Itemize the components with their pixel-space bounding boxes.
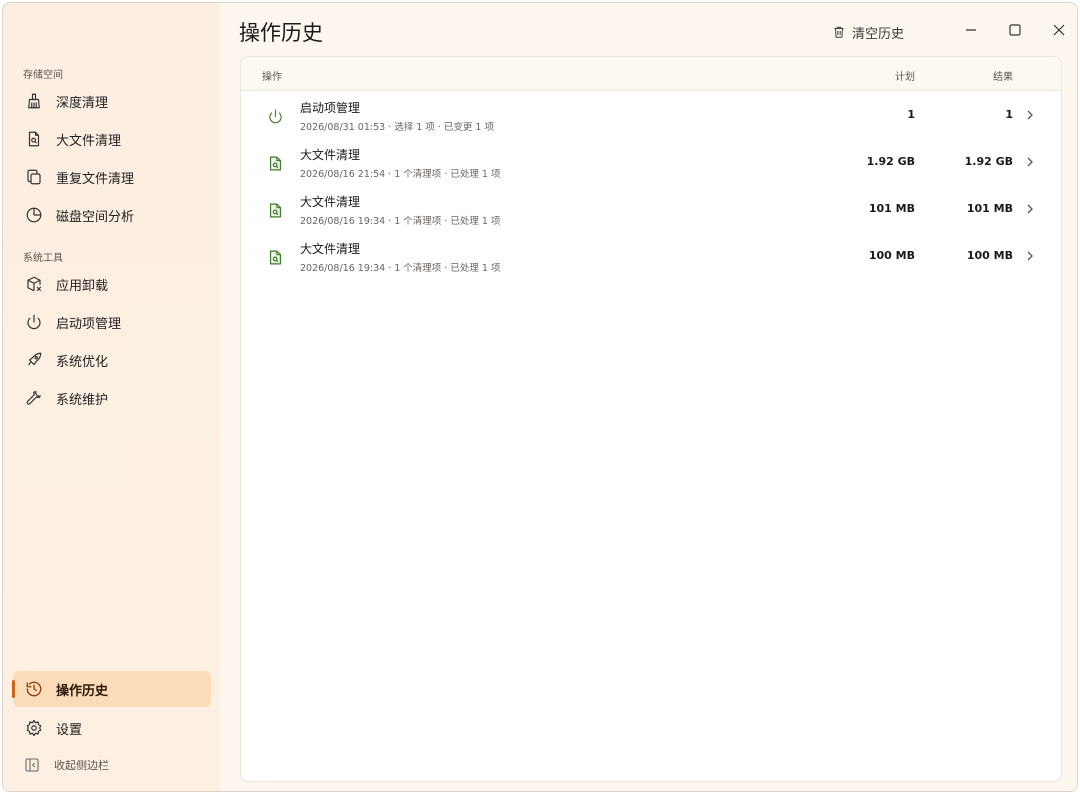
sidebar-item-duplicate-files[interactable]: 重复文件清理 xyxy=(13,159,211,195)
sidebar-item-settings[interactable]: 设置 xyxy=(13,710,211,746)
collapse-sidebar-label: 收起侧边栏 xyxy=(54,759,109,772)
row-result: 1 xyxy=(1005,108,1013,121)
row-result: 100 MB xyxy=(966,249,1013,262)
maximize-icon xyxy=(1009,24,1021,36)
package-remove-icon xyxy=(24,274,44,294)
sidebar-item-large-files[interactable]: 大文件清理 xyxy=(13,121,211,157)
rocket-icon xyxy=(24,350,44,370)
row-title: 大文件清理 xyxy=(300,148,361,162)
row-title: 启动项管理 xyxy=(300,101,361,115)
chevron-right-icon xyxy=(1027,110,1033,120)
main-content: 操作历史 清空历史 操作 计划 结果 启动项管理 2026/08/31 01:5… xyxy=(220,3,1077,791)
broom-icon xyxy=(24,91,44,111)
sidebar-item-label: 设置 xyxy=(56,722,83,738)
clear-history-label: 清空历史 xyxy=(852,26,905,42)
row-subtitle: 2026/08/16 19:34 · 1 个清理项 · 已处理 1 项 xyxy=(300,263,501,274)
row-subtitle: 2026/08/16 21:54 · 1 个清理项 · 已处理 1 项 xyxy=(300,169,501,180)
sidebar-item-history[interactable]: 操作历史 xyxy=(12,671,211,707)
table-row[interactable]: 大文件清理 2026/08/16 21:54 · 1 个清理项 · 已处理 1 … xyxy=(241,139,1061,186)
history-panel: 操作 计划 结果 启动项管理 2026/08/31 01:53 · 选择 1 项… xyxy=(240,56,1062,782)
sidebar-item-label: 大文件清理 xyxy=(56,133,122,149)
row-plan: 1 xyxy=(907,108,915,121)
chevron-right-icon xyxy=(1027,157,1033,167)
collapse-sidebar-button[interactable]: 收起侧边栏 xyxy=(13,753,109,777)
table-row[interactable]: 大文件清理 2026/08/16 19:34 · 1 个清理项 · 已处理 1 … xyxy=(241,186,1061,233)
row-plan: 100 MB xyxy=(868,249,915,262)
close-button[interactable] xyxy=(1044,17,1074,43)
section-label-storage: 存储空间 xyxy=(23,70,63,81)
table-row[interactable]: 启动项管理 2026/08/31 01:53 · 选择 1 项 · 已变更 1 … xyxy=(241,92,1061,139)
trash-icon xyxy=(834,26,844,38)
row-result: 101 MB xyxy=(966,202,1013,215)
sidebar-item-optimize[interactable]: 系统优化 xyxy=(13,342,211,378)
section-label-tools: 系统工具 xyxy=(23,253,63,264)
column-header-action: 操作 xyxy=(262,72,282,83)
row-result: 1.92 GB xyxy=(964,155,1013,168)
sidebar-item-label: 启动项管理 xyxy=(56,316,122,332)
sidebar-item-label: 深度清理 xyxy=(56,95,109,111)
table-row[interactable]: 大文件清理 2026/08/16 19:34 · 1 个清理项 · 已处理 1 … xyxy=(241,233,1061,280)
row-title: 大文件清理 xyxy=(300,195,361,209)
row-subtitle: 2026/08/31 01:53 · 选择 1 项 · 已变更 1 项 xyxy=(300,122,494,133)
sidebar-item-label: 系统维护 xyxy=(56,392,109,408)
copy-icon xyxy=(24,167,44,187)
column-header-result: 结果 xyxy=(993,72,1013,83)
minimize-button[interactable] xyxy=(956,17,986,43)
history-icon xyxy=(24,679,44,699)
sidebar-item-label: 操作历史 xyxy=(56,683,109,699)
wrench-icon xyxy=(24,388,44,408)
pie-chart-icon xyxy=(24,205,44,225)
app-window: 存储空间 深度清理 大文件清理 重复文件清理 磁盘空间分析 系统工具 应用卸载 … xyxy=(2,2,1078,792)
sidebar-item-maintenance[interactable]: 系统维护 xyxy=(13,380,211,416)
file-search-icon xyxy=(265,200,285,220)
sidebar-item-label: 系统优化 xyxy=(56,354,109,370)
maximize-button[interactable] xyxy=(1000,17,1030,43)
power-icon xyxy=(24,312,44,332)
sidebar-item-disk-analysis[interactable]: 磁盘空间分析 xyxy=(13,197,211,233)
page-title: 操作历史 xyxy=(239,21,323,45)
column-header-plan: 计划 xyxy=(895,72,915,83)
file-search-icon xyxy=(265,153,285,173)
sidebar-item-app-uninstall[interactable]: 应用卸载 xyxy=(13,266,211,302)
table-header: 操作 计划 结果 xyxy=(241,57,1061,91)
row-plan: 101 MB xyxy=(868,202,915,215)
row-title: 大文件清理 xyxy=(300,242,361,256)
clear-history-button[interactable]: 清空历史 xyxy=(832,19,904,45)
sidebar-item-label: 重复文件清理 xyxy=(56,171,135,187)
sidebar-item-deep-clean[interactable]: 深度清理 xyxy=(13,83,211,119)
power-icon xyxy=(265,106,285,126)
chevron-right-icon xyxy=(1027,251,1033,261)
row-subtitle: 2026/08/16 19:34 · 1 个清理项 · 已处理 1 项 xyxy=(300,216,501,227)
chevron-right-icon xyxy=(1027,204,1033,214)
row-plan: 1.92 GB xyxy=(866,155,915,168)
file-search-icon xyxy=(24,129,44,149)
sidebar-item-label: 应用卸载 xyxy=(56,278,109,294)
sidebar-item-startup[interactable]: 启动项管理 xyxy=(13,304,211,340)
close-icon xyxy=(1053,24,1065,36)
gear-icon xyxy=(24,718,44,738)
sidebar: 存储空间 深度清理 大文件清理 重复文件清理 磁盘空间分析 系统工具 应用卸载 … xyxy=(3,3,220,791)
collapse-sidebar-icon xyxy=(24,756,42,774)
sidebar-item-label: 磁盘空间分析 xyxy=(56,209,135,225)
minimize-icon xyxy=(966,29,976,31)
file-search-icon xyxy=(265,247,285,267)
